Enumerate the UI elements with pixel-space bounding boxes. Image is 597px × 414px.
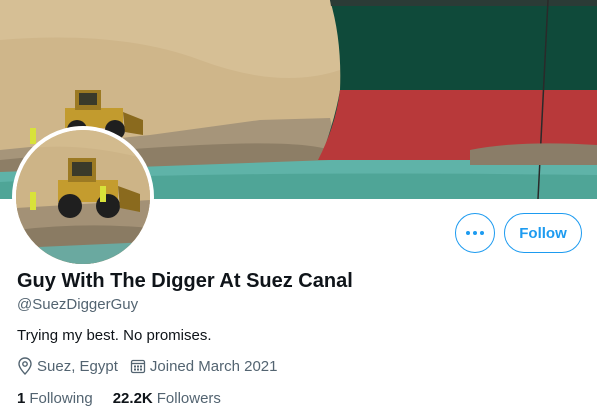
location-item: Suez, Egypt: [17, 357, 118, 375]
profile-avatar[interactable]: [12, 126, 154, 268]
profile-bio: Trying my best. No promises.: [17, 327, 212, 344]
joined-item: Joined March 2021: [130, 357, 278, 375]
profile-meta: Suez, Egypt Joined March 2021: [17, 357, 289, 375]
profile-stats: 1 Following 22.2K Followers: [17, 390, 241, 407]
followers-label: Followers: [156, 390, 221, 407]
avatar-image: [16, 130, 150, 264]
following-link[interactable]: 1 Following: [17, 390, 93, 407]
joined-text: Joined March 2021: [149, 357, 278, 375]
followers-link[interactable]: 22.2K Followers: [113, 390, 221, 407]
user-handle: @SuezDiggerGuy: [17, 296, 139, 313]
followers-count: 22.2K: [112, 390, 153, 407]
more-options-button[interactable]: [455, 213, 495, 253]
more-horizontal-icon: [466, 231, 484, 235]
location-text: Suez, Egypt: [37, 357, 118, 375]
profile-header: Follow Guy With The Digger At Suez Canal…: [0, 0, 597, 414]
following-label: Following: [29, 390, 93, 407]
following-count: 1: [17, 390, 26, 407]
follow-button[interactable]: Follow: [504, 213, 582, 253]
calendar-icon: [130, 359, 146, 374]
display-name: Guy With The Digger At Suez Canal: [17, 270, 353, 292]
location-pin-icon: [18, 357, 32, 375]
